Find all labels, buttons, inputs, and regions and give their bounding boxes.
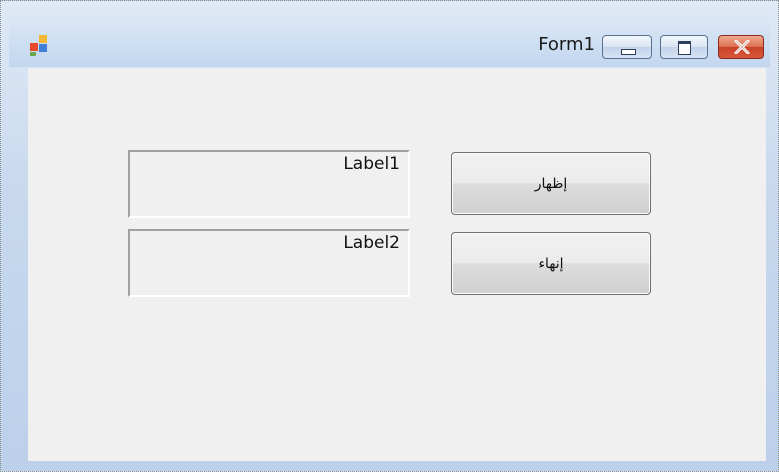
close-icon <box>734 40 750 54</box>
minimize-icon <box>621 49 636 55</box>
app-icon[interactable] <box>30 35 52 57</box>
show-button-label: إظهار <box>534 176 568 192</box>
minimize-button[interactable] <box>602 35 652 59</box>
exit-button-label: إنهاء <box>538 256 564 272</box>
show-button[interactable]: إظهار <box>451 152 651 215</box>
maximize-icon <box>678 41 691 55</box>
close-button[interactable] <box>718 35 764 59</box>
window-title: Form1 <box>538 34 595 55</box>
label2-box: Label2 <box>128 229 410 297</box>
client-area: Label1 Label2 إظهار إنهاء <box>28 68 766 461</box>
form-window: Form1 Label1 Label2 إظهار إنهاء <box>0 0 779 472</box>
label1-box: Label1 <box>128 150 410 218</box>
label1-text: Label1 <box>343 154 400 174</box>
exit-button[interactable]: إنهاء <box>451 232 651 295</box>
maximize-button[interactable] <box>660 35 708 59</box>
title-bar[interactable] <box>9 9 770 67</box>
label2-text: Label2 <box>343 233 400 253</box>
